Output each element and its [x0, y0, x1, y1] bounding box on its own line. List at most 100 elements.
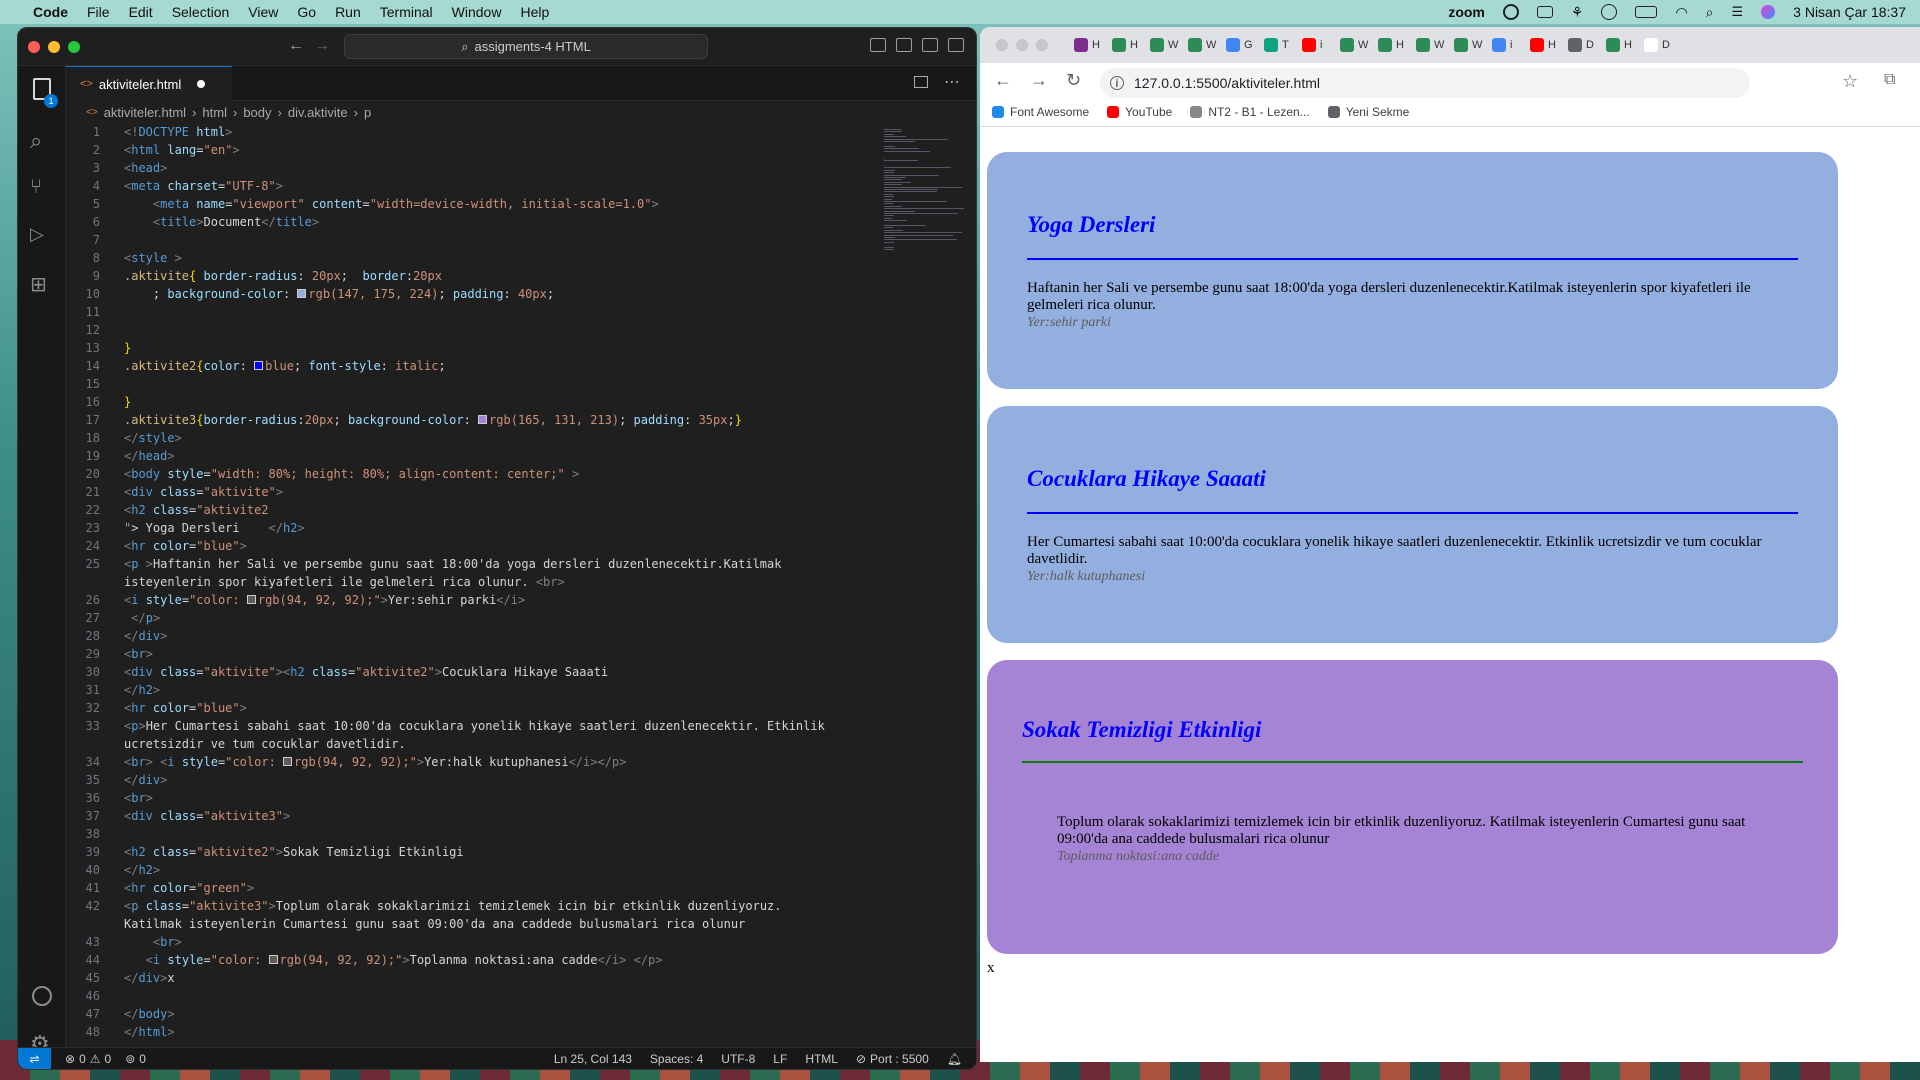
code-line[interactable]: 14 .aktivite2{color: blue; font-style: it… — [66, 359, 446, 377]
unsaved-dot-icon[interactable] — [197, 80, 206, 88]
address-bar[interactable]: i 127.0.0.1:5500/aktiviteler.html — [1100, 68, 1750, 98]
reload-icon[interactable]: ↻ — [1066, 70, 1081, 91]
browser-tab[interactable]: G — [1220, 31, 1258, 59]
menu-run[interactable]: Run — [335, 4, 361, 20]
code-line[interactable]: 17 .aktivite3{border-radius:20px; backgro… — [66, 413, 742, 431]
creative-cloud-icon[interactable] — [1502, 4, 1519, 20]
code-text[interactable]: <title>Document</title> — [124, 215, 319, 233]
wifi-icon[interactable]: ◠ — [1675, 4, 1687, 21]
code-text[interactable]: } — [124, 395, 131, 413]
code-line[interactable]: 5 <meta name="viewport" content="width=d… — [66, 197, 659, 215]
minimap[interactable] — [878, 123, 976, 1047]
code-text[interactable]: <i style="color: rgb(94, 92, 92);">Topla… — [124, 953, 663, 971]
code-line[interactable]: 13} — [66, 341, 132, 359]
code-line[interactable]: 12 — [66, 323, 124, 341]
account-icon[interactable] — [32, 986, 52, 1006]
browser-tab[interactable]: W — [1410, 31, 1448, 59]
code-text[interactable]: </h2> — [124, 683, 160, 701]
code-text[interactable]: </p> — [124, 611, 160, 629]
menu-terminal[interactable]: Terminal — [380, 4, 433, 20]
browser-tab[interactable]: D — [1638, 31, 1676, 59]
toggle-primary-sidebar-icon[interactable] — [870, 38, 886, 52]
close-window-button[interactable] — [28, 40, 40, 53]
code-text[interactable]: <br> — [124, 791, 153, 809]
code-text[interactable]: ucretsizdir ve tum cocuklar davetlidir. — [124, 737, 406, 755]
code-line[interactable]: 38 — [66, 827, 124, 845]
code-text[interactable]: <h2 class="aktivite2 — [124, 503, 269, 521]
breadcrumb-html[interactable]: html — [202, 105, 227, 120]
code-line[interactable]: 16} — [66, 395, 132, 413]
code-line[interactable]: 19 </head> — [66, 449, 175, 467]
run-debug-icon[interactable]: ▷ — [30, 224, 54, 248]
browser-tab[interactable]: W — [1448, 31, 1486, 59]
code-text[interactable]: <div class="aktivite3"> — [124, 809, 290, 827]
menu-help[interactable]: Help — [520, 4, 549, 20]
code-line[interactable]: 44 <i style="color: rgb(94, 92, 92);">To… — [66, 953, 663, 971]
code-text[interactable]: "> Yoga Dersleri </h2> — [124, 521, 305, 539]
code-line[interactable]: 2 <html lang="en"> — [66, 143, 240, 161]
remote-indicator-icon[interactable]: ⇌ — [18, 1047, 51, 1069]
code-text[interactable]: .aktivite3{border-radius:20px; backgroun… — [124, 413, 742, 431]
code-line[interactable]: 46 — [66, 989, 124, 1007]
encoding[interactable]: UTF-8 — [721, 1052, 755, 1066]
code-text[interactable]: <p >Haftanin her Sali ve persembe gunu s… — [124, 557, 781, 575]
forward-arrow-icon[interactable]: → — [314, 37, 330, 55]
control-center-icon[interactable]: ☰ — [1732, 4, 1744, 20]
notifications-bell-icon[interactable]: 🔔︎ — [947, 1052, 962, 1066]
menu-clock[interactable]: 3 Nisan Çar 18:37 — [1793, 4, 1906, 20]
live-server-port[interactable]: ⊘ Port : 5500 — [856, 1052, 929, 1066]
browser-tab[interactable]: H — [1600, 31, 1638, 59]
code-line[interactable]: 4 <meta charset="UTF-8"> — [66, 179, 283, 197]
breadcrumb-div[interactable]: div.aktivite — [288, 105, 348, 120]
back-arrow-icon[interactable]: ← — [288, 37, 304, 55]
code-line[interactable]: 45 </div>x — [66, 971, 175, 989]
code-line[interactable]: 41 <hr color="green"> — [66, 881, 255, 899]
split-editor-icon[interactable] — [914, 76, 928, 88]
code-line[interactable]: 15 — [66, 377, 124, 395]
browser-tab[interactable]: W — [1182, 31, 1220, 59]
code-text[interactable]: </div> — [124, 629, 167, 647]
bookmark-item[interactable]: YouTube — [1107, 105, 1172, 119]
menu-app-name[interactable]: Code — [33, 4, 68, 20]
code-editor[interactable]: 1 <!DOCTYPE html> 2 <html lang="en"> 3 <head>… — [66, 123, 878, 1047]
code-line[interactable]: isteyenlerin spor kiyafetleri ile gelmel… — [66, 575, 565, 593]
breadcrumb-file[interactable]: aktiviteler.html — [104, 105, 186, 120]
code-line[interactable]: 22 <h2 class="aktivite2 — [66, 503, 269, 521]
code-line[interactable]: 3 <head> — [66, 161, 168, 179]
code-line[interactable]: 26 <i style="color: rgb(94, 92, 92);">Yer… — [66, 593, 526, 611]
play-icon[interactable] — [1601, 4, 1618, 20]
extensions-puzzle-icon[interactable]: ⧉ — [1884, 71, 1895, 89]
menu-window[interactable]: Window — [452, 4, 502, 20]
code-text[interactable]: <hr color="blue"> — [124, 539, 247, 557]
menu-selection[interactable]: Selection — [172, 4, 230, 20]
source-control-icon[interactable]: ⑂ — [30, 176, 54, 200]
url-text[interactable]: 127.0.0.1:5500/aktiviteler.html — [1134, 75, 1320, 91]
zoom-status-icon[interactable]: zoom — [1448, 4, 1485, 20]
code-text[interactable]: </div>x — [124, 971, 175, 989]
code-text[interactable]: <meta charset="UTF-8"> — [124, 179, 283, 197]
browser-tab[interactable]: i — [1296, 31, 1334, 59]
code-text[interactable]: <br> <i style="color: rgb(94, 92, 92);">… — [124, 755, 626, 773]
code-line[interactable]: 42 <p class="aktivite3">Toplum olarak sok… — [66, 899, 782, 917]
code-text[interactable]: ; background-color: rgb(147, 175, 224); … — [124, 287, 554, 305]
bookmark-item[interactable]: Yeni Sekme — [1327, 105, 1409, 119]
code-line[interactable]: 23 "> Yoga Dersleri </h2> — [66, 521, 305, 539]
code-line[interactable]: 40 </h2> — [66, 863, 161, 881]
code-text[interactable]: </body> — [124, 1007, 175, 1025]
code-line[interactable]: 18 </style> — [66, 431, 182, 449]
code-line[interactable]: ucretsizdir ve tum cocuklar davetlidir. — [66, 737, 406, 755]
tab-aktiviteler-html[interactable]: <> aktiviteler.html — [66, 66, 232, 101]
code-text[interactable]: <br> — [124, 935, 182, 953]
siri-icon[interactable] — [1761, 5, 1776, 19]
code-text[interactable]: <body style="width: 80%; height: 80%; al… — [124, 467, 579, 485]
code-line[interactable]: 33 <p>Her Cumartesi sabahi saat 10:00'da … — [66, 719, 825, 737]
indentation[interactable]: Spaces: 4 — [650, 1052, 703, 1066]
menu-file[interactable]: File — [87, 4, 110, 20]
code-line[interactable]: 39 <h2 class="aktivite2">Sokak Temizligi … — [66, 845, 464, 863]
code-text[interactable]: <!DOCTYPE html> — [124, 125, 232, 143]
code-line[interactable]: 34 <br> <i style="color: rgb(94, 92, 92);… — [66, 755, 627, 773]
code-line[interactable]: 36 <br> — [66, 791, 153, 809]
toggle-secondary-sidebar-icon[interactable] — [922, 38, 938, 52]
search-icon[interactable]: ⌕ — [30, 128, 54, 153]
browser-tab[interactable]: H — [1524, 31, 1562, 59]
